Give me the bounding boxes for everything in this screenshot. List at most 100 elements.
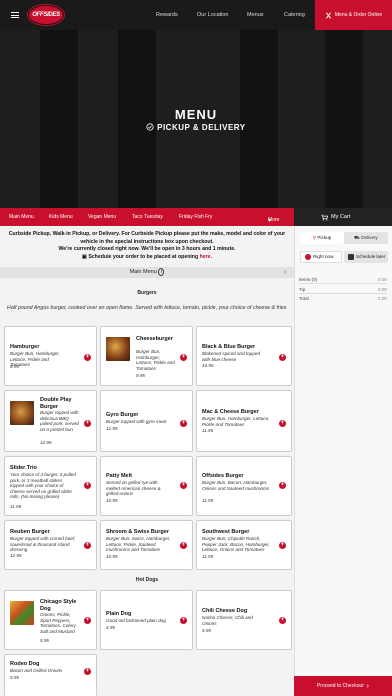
schedule-later-option[interactable]: Schedule later: [344, 251, 388, 263]
nav-our-location[interactable]: Our Location: [197, 0, 229, 30]
period: .: [210, 253, 213, 260]
menu-item-card[interactable]: Shroom & Swiss Burger Burger Bun, Swiss,…: [100, 520, 193, 570]
burger-photo: [106, 337, 130, 361]
add-item-button[interactable]: +: [180, 354, 187, 361]
main-menu-selector[interactable]: Main Menu i ›: [0, 267, 294, 278]
right-now-option[interactable]: Right now: [300, 251, 342, 263]
item-name: Black & Blue Burger: [202, 344, 256, 350]
info-icon[interactable]: i: [158, 268, 165, 276]
item-description: Burger Bun, Bacon, Hamburger, Onions and…: [202, 480, 270, 491]
add-item-button[interactable]: +: [84, 617, 91, 624]
item-name: Chili Cheese Dog: [202, 608, 248, 614]
add-item-button[interactable]: +: [279, 482, 286, 489]
menu-item-card[interactable]: Patty Melt Served on grilled rye with me…: [100, 456, 193, 516]
tip-row: Tip 0.00: [299, 287, 387, 292]
add-item-button[interactable]: +: [84, 354, 91, 361]
add-item-button[interactable]: +: [279, 617, 286, 624]
utensils-icon: [325, 11, 331, 19]
item-description: Burger topped with corned beef, sauerkra…: [10, 536, 76, 553]
item-description: Served on grilled rye with melted Americ…: [106, 480, 161, 497]
menu-item-card[interactable]: Hamburger Burger Bun, Hamburger, Lettuce…: [4, 326, 97, 386]
menu-order-online-button[interactable]: Menu & Order Online: [315, 0, 392, 30]
tab-taco-tuesday[interactable]: Taco Tuesday: [132, 214, 163, 220]
hamburger-menu-icon[interactable]: [11, 12, 19, 18]
menu-item-card[interactable]: Chicago Style Dog Onions, Pickle, Sport …: [4, 590, 97, 650]
item-description: Burger Bun, Hamburger, Lettuce, Pickle a…: [202, 416, 270, 427]
pickup-option[interactable]: ⚲ Pickup: [300, 232, 344, 244]
menu-item-card[interactable]: Offsides Burger Burger Bun, Bacon, Hambu…: [196, 456, 292, 516]
hotdog-photo: [10, 601, 34, 625]
item-price: 4.95: [106, 625, 115, 630]
item-name: Cheeseburger: [136, 336, 173, 342]
menu-item-card[interactable]: Rodeo Dog Bacon and Grilled Onions 5.95 …: [4, 654, 97, 696]
calendar-icon: [348, 254, 354, 260]
item-name: Reuben Burger: [10, 529, 50, 535]
right-now-label: Right now: [313, 254, 334, 259]
notice-line-1: Curbside Pickup, Walk-in Pickup, or Deli…: [8, 231, 286, 245]
menu-item-card[interactable]: Mac & Cheese Burger Burger Bun, Hamburge…: [196, 390, 292, 452]
item-name: Offsides Burger: [202, 473, 244, 479]
item-description: Nacho Cheese, Chili and Onions: [202, 615, 253, 626]
check-circle-icon: [146, 123, 154, 131]
proceed-to-checkout-button[interactable]: Proceed to Checkout ›: [294, 676, 392, 696]
menu-item-card[interactable]: Reuben Burger Burger topped with corned …: [4, 520, 97, 570]
nav-catering[interactable]: Catering: [284, 0, 305, 30]
menu-item-card[interactable]: Chili Cheese Dog Nacho Cheese, Chili and…: [196, 590, 292, 650]
item-price: 12.95: [10, 553, 22, 558]
tab-kids-menu[interactable]: Kids Menu: [49, 214, 73, 220]
menu-item-card[interactable]: Plain Dog Good old fashioned plain dog 4…: [100, 590, 193, 650]
add-item-button[interactable]: +: [84, 542, 91, 549]
add-item-button[interactable]: +: [180, 617, 187, 624]
add-item-button[interactable]: +: [279, 542, 286, 549]
add-item-button[interactable]: +: [84, 668, 91, 675]
add-item-button[interactable]: +: [279, 420, 286, 427]
item-price: 11.95: [202, 428, 214, 433]
menu-item-card[interactable]: Cheeseburger Burger Bun, Hamburger, Lett…: [100, 326, 193, 386]
order-type-toggle: ⚲ Pickup ⛟ Delivery: [300, 232, 388, 244]
divider: [299, 293, 387, 294]
add-item-button[interactable]: +: [84, 482, 91, 489]
cart-header[interactable]: My Cart: [294, 208, 392, 226]
menu-item-card[interactable]: Black & Blue Burger Blakened spiced and …: [196, 326, 292, 386]
burgers-intro: Half pound Angus burger, cooked over an …: [7, 305, 287, 311]
nav-rewards[interactable]: Rewards: [156, 0, 178, 30]
cart-sidebar: ⚲ Pickup ⛟ Delivery Right now Schedule l…: [294, 226, 392, 696]
add-item-button[interactable]: +: [84, 420, 91, 427]
item-price: 10.95: [202, 363, 214, 368]
item-name: Southwest Burger: [202, 529, 250, 535]
menu-item-card[interactable]: Slider Trio Your choice of 3 burger, 3 p…: [4, 456, 97, 516]
tab-vegan-menu[interactable]: Vegan Menu: [88, 214, 116, 220]
menu-item-card[interactable]: Southwest Burger Burger Bun, Chipotle Ra…: [196, 520, 292, 570]
nav-menus[interactable]: Menus: [247, 0, 264, 30]
tab-main-menu[interactable]: Main Menu: [9, 214, 34, 220]
tab-friday-fish-fry[interactable]: Friday Fish Fry: [179, 214, 212, 220]
item-description: Burger Bun, Chipotle Ranch, Pepper Jack,…: [202, 536, 270, 553]
items-value: 0.00: [378, 277, 387, 282]
item-price: 10.95: [106, 554, 118, 559]
calendar-icon: ▣: [81, 253, 87, 260]
offsides-logo[interactable]: OFFSIDES: [28, 5, 64, 25]
add-item-button[interactable]: +: [279, 354, 286, 361]
delivery-option[interactable]: ⛟ Delivery: [344, 232, 388, 244]
schedule-here-link[interactable]: here: [200, 254, 211, 260]
chevron-right-icon[interactable]: ›: [284, 267, 286, 278]
item-name: Patty Melt: [106, 473, 132, 479]
menu-tabs: Main Menu Kids Menu Vegan Menu Taco Tues…: [0, 208, 294, 226]
divider: [299, 283, 387, 284]
item-name: Gyro Burger: [106, 412, 139, 418]
add-item-button[interactable]: +: [180, 482, 187, 489]
item-name: Double Play Burger: [40, 397, 72, 410]
item-price: 12.95: [106, 426, 118, 431]
add-item-button[interactable]: +: [180, 420, 187, 427]
item-name: Rodeo Dog: [10, 661, 40, 667]
item-price: 11.95: [10, 504, 22, 509]
clock-icon: [305, 254, 311, 260]
item-name: Hamburger: [10, 344, 40, 350]
menu-item-card[interactable]: Gyro Burger Burger topped with gyro meat…: [100, 390, 193, 452]
add-item-button[interactable]: +: [180, 542, 187, 549]
item-name: Shroom & Swiss Burger: [106, 529, 169, 535]
car-icon: ⛟: [354, 235, 360, 240]
checkout-label: Proceed to Checkout: [316, 683, 364, 689]
menu-item-card[interactable]: Double Play Burger Burger topped with de…: [4, 390, 97, 452]
total-row: Total 0.00: [299, 296, 387, 301]
